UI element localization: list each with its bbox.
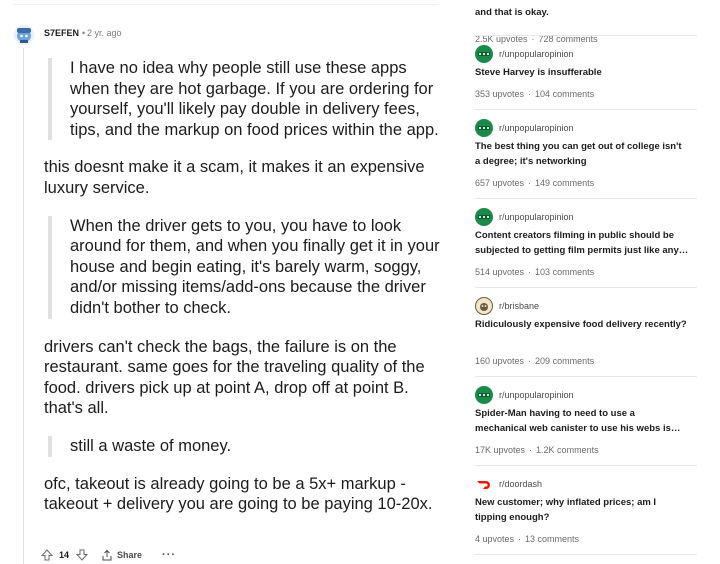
upvote-count: 514 upvotes: [475, 267, 525, 277]
unpopularopinion-icon: [475, 208, 493, 226]
stat-separator: ·: [529, 445, 533, 455]
comment-timestamp[interactable]: 2 yr. ago: [87, 28, 122, 38]
stat-separator: ·: [528, 356, 532, 366]
subreddit-name: r/unpopularopinion: [499, 390, 574, 400]
quote-text: still a waste of money.: [70, 436, 232, 455]
post-subreddit[interactable]: r/unpopularopinion: [475, 386, 574, 404]
post-divider: [475, 554, 697, 555]
subreddit-name: r/doordash: [499, 479, 543, 489]
post-title[interactable]: Content creators filming in public shoul…: [475, 229, 689, 259]
quote-text: I have no idea why people still use thes…: [70, 59, 439, 139]
post-divider: [475, 109, 697, 110]
post-subreddit[interactable]: r/unpopularopinion: [475, 119, 574, 137]
share-label: Share: [117, 550, 143, 560]
comment-paragraph: this doesnt make it a scam, it makes it …: [44, 158, 425, 197]
post-title[interactable]: Spider-Man having to need to use a mecha…: [475, 407, 689, 437]
post-stats: 657 upvotes · 149 comments: [475, 178, 594, 188]
post-title[interactable]: New customer; why inflated prices; am I …: [475, 496, 689, 526]
upvote-count: 657 upvotes: [475, 178, 525, 188]
post-divider: [475, 376, 697, 377]
quote-text: When the driver gets to you, you have to…: [70, 216, 440, 317]
downvote-button[interactable]: [75, 548, 89, 562]
post-divider: [475, 287, 697, 288]
upvote-button[interactable]: [40, 548, 54, 562]
comment-count: 103 comments: [535, 267, 595, 277]
post-subreddit[interactable]: r/doordash: [475, 475, 542, 493]
comment-thread: S7EFEN • 2 yr. ago I have no idea why pe…: [0, 0, 460, 564]
comment-count: 1.2K comments: [536, 445, 599, 455]
post-title[interactable]: and that is okay.: [475, 6, 689, 21]
post-subreddit[interactable]: r/unpopularopinion: [475, 208, 574, 226]
comment-paragraph: drivers can't check the bags, the failur…: [44, 337, 425, 418]
upvote-count: 353 upvotes: [475, 89, 525, 99]
unpopularopinion-icon: [475, 119, 493, 137]
subreddit-name: r/unpopularopinion: [499, 212, 574, 222]
post-subreddit[interactable]: r/unpopularopinion: [475, 45, 574, 63]
comment-author[interactable]: S7EFEN: [44, 28, 79, 38]
upvote-count: 160 upvotes: [475, 356, 525, 366]
blockquote: still a waste of money.: [48, 435, 444, 457]
post-subreddit[interactable]: r/brisbane: [475, 297, 539, 315]
stat-separator: ·: [528, 178, 532, 188]
post-stats: 17K upvotes · 1.2K comments: [475, 445, 599, 455]
comment-action-bar: 14 Share ···: [40, 546, 176, 564]
user-avatar[interactable]: [12, 22, 36, 46]
stat-separator: ·: [518, 534, 522, 544]
post-title[interactable]: The best thing you can get out of colleg…: [475, 140, 689, 170]
vote-score: 14: [59, 550, 70, 560]
comment-count: 13 comments: [525, 534, 580, 544]
subreddit-name: r/brisbane: [499, 301, 540, 311]
comment-count: 149 comments: [535, 178, 595, 188]
post-stats: 4 upvotes · 13 comments: [475, 534, 579, 544]
blockquote: When the driver gets to you, you have to…: [48, 215, 444, 319]
downvote-arrow-icon: [76, 549, 89, 561]
post-stats: 353 upvotes · 104 comments: [475, 89, 594, 99]
related-posts-sidebar: and that is okay. 2.5K upvotes · 728 comme…: [475, 0, 697, 564]
subreddit-name: r/unpopularopinion: [499, 123, 574, 133]
unpopularopinion-icon: [475, 45, 493, 63]
stat-separator: ·: [528, 89, 532, 99]
upvote-count: 17K upvotes: [475, 445, 526, 455]
post-title[interactable]: Steve Harvey is insufferable: [475, 66, 689, 81]
doordash-icon: [475, 475, 493, 493]
post-title[interactable]: Ridiculously expensive food delivery rec…: [475, 318, 689, 333]
divider: [14, 4, 438, 5]
meta-separator: •: [82, 28, 86, 38]
more-options-button[interactable]: ···: [162, 549, 176, 561]
comment-body: I have no idea why people still use thes…: [44, 56, 444, 515]
unpopularopinion-icon: [475, 386, 493, 404]
brisbane-icon: [475, 297, 493, 315]
post-divider: [475, 35, 697, 36]
subreddit-name: r/unpopularopinion: [499, 49, 574, 59]
comment-count: 104 comments: [535, 89, 595, 99]
post-divider: [475, 465, 697, 466]
post-divider: [475, 198, 697, 199]
share-button[interactable]: Share: [101, 549, 142, 561]
upvote-arrow-icon: [41, 549, 53, 561]
post-stats: 514 upvotes · 103 comments: [475, 267, 594, 277]
comment-paragraph: ofc, takeout is already going to be a 5x…: [44, 474, 433, 514]
post-stats: 160 upvotes · 209 comments: [475, 356, 594, 366]
thread-line[interactable]: [23, 48, 24, 564]
comment-count: 209 comments: [535, 356, 595, 366]
snoo-avatar-icon: [14, 25, 34, 45]
stat-separator: ·: [528, 267, 532, 277]
upvote-count: 4 upvotes: [475, 534, 515, 544]
blockquote: I have no idea why people still use thes…: [48, 58, 444, 141]
share-icon: [102, 549, 112, 561]
